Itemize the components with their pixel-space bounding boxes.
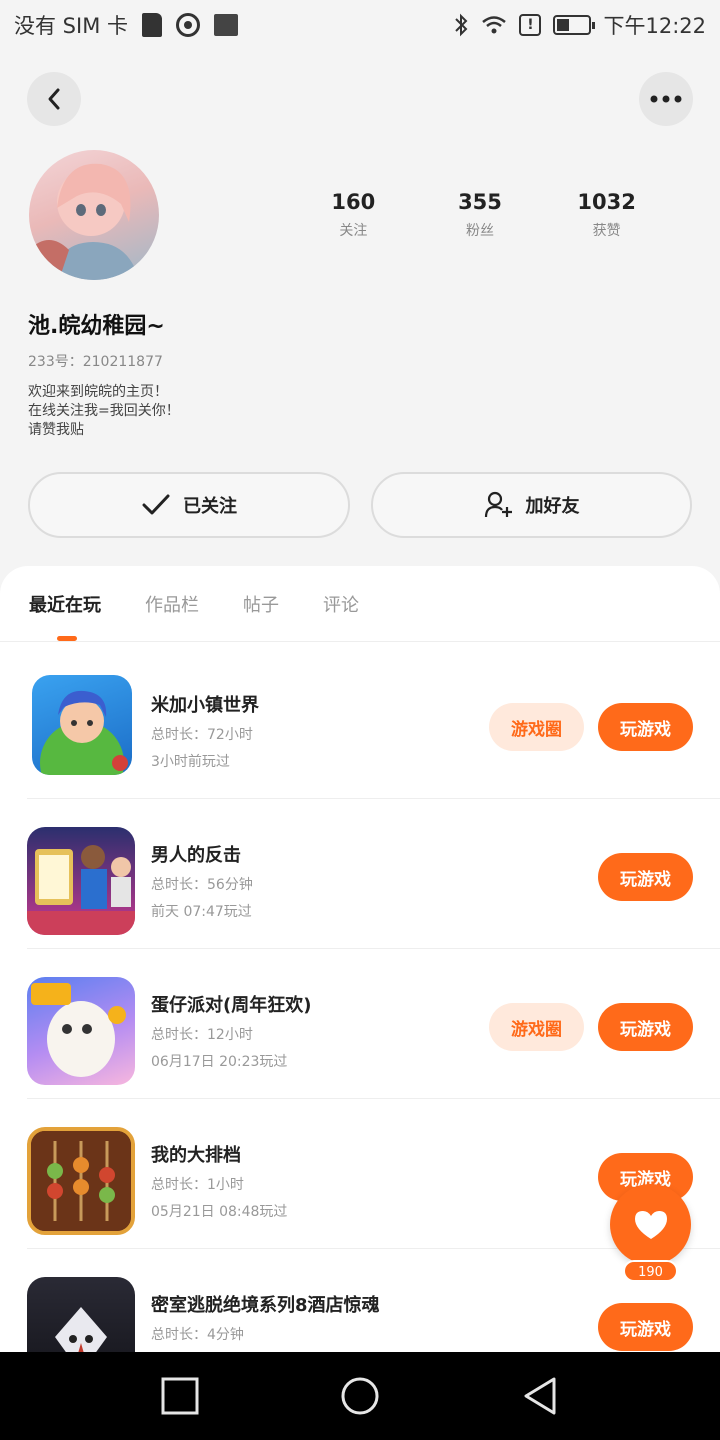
chevron-left-icon <box>48 88 60 110</box>
game-name: 我的大排档 <box>151 1145 241 1166</box>
game-duration: 总时长：1小时 <box>151 1177 244 1193</box>
tab-works[interactable]: 作品栏 <box>145 591 199 617</box>
game-duration: 总时长：72小时 <box>151 727 253 743</box>
back-nav-icon[interactable] <box>520 1376 560 1416</box>
play-game-button[interactable]: 玩游戏 <box>598 1303 693 1351</box>
game-name: 男人的反击 <box>151 845 241 866</box>
stat-fans-value: 355 <box>458 190 502 214</box>
game-icon[interactable] <box>27 1277 135 1352</box>
play-game-button[interactable]: 玩游戏 <box>598 1003 693 1051</box>
bio: 欢迎来到皖皖的主页！ 在线关注我=我回关你！ 请赞我贴 <box>28 383 180 440</box>
tab-posts[interactable]: 帖子 <box>243 591 279 617</box>
stat-fans-label: 粉丝 <box>465 223 494 239</box>
stat-following-label: 关注 <box>339 223 368 239</box>
battery-icon <box>553 15 596 35</box>
tab-indicator <box>57 636 77 641</box>
game-row[interactable]: 米加小镇世界 总时长：72小时 3小时前玩过 游戏圈 玩游戏 <box>27 649 720 799</box>
game-row[interactable]: 密室逃脱绝境系列8酒店惊魂 总时长：4分钟 玩游戏 <box>27 1249 720 1352</box>
game-name: 密室逃脱绝境系列8酒店惊魂 <box>151 1295 380 1316</box>
avatar[interactable] <box>29 150 159 280</box>
stat-likes-value: 1032 <box>577 190 636 214</box>
game-row[interactable]: 男人的反击 总时长：56分钟 前天 07:47玩过 玩游戏 <box>27 799 720 949</box>
add-friend-button-label: 加好友 <box>525 496 580 517</box>
game-last-played: 前天 07:47玩过 <box>151 904 252 920</box>
bio-line: 在线关注我=我回关你！ <box>28 403 180 419</box>
followed-button-label: 已关注 <box>183 496 237 517</box>
game-circle-button[interactable]: 游戏圈 <box>489 1003 584 1051</box>
like-count-badge: 190 <box>623 1260 678 1282</box>
recent-apps-icon[interactable] <box>160 1376 200 1416</box>
game-info: 密室逃脱绝境系列8酒店惊魂 总时长：4分钟 <box>151 1291 380 1351</box>
bio-line: 欢迎来到皖皖的主页！ <box>28 384 168 400</box>
game-duration: 总时长：12小时 <box>151 1027 253 1043</box>
stat-following-value: 160 <box>331 190 376 214</box>
game-duration: 总时长：4分钟 <box>151 1327 244 1343</box>
game-last-played: 06月17日 20:23玩过 <box>151 1054 288 1070</box>
stat-following[interactable]: 160 关注 <box>298 190 408 240</box>
sim-card-icon <box>142 13 162 37</box>
game-info: 米加小镇世界 总时长：72小时 3小时前玩过 <box>151 691 259 771</box>
status-time: 下午12:22 <box>603 14 706 38</box>
play-game-button[interactable]: 玩游戏 <box>598 853 693 901</box>
game-info: 蛋仔派对(周年狂欢) 总时长：12小时 06月17日 20:23玩过 <box>151 991 311 1071</box>
back-button[interactable] <box>27 72 81 126</box>
game-icon[interactable] <box>27 977 135 1085</box>
username: 池.皖幼稚园~ <box>28 314 165 339</box>
more-button[interactable] <box>639 72 693 126</box>
bluetooth-icon <box>455 13 468 37</box>
add-user-icon <box>484 491 512 518</box>
game-row[interactable]: 蛋仔派对(周年狂欢) 总时长：12小时 06月17日 20:23玩过 游戏圈 玩… <box>27 949 720 1099</box>
game-info: 男人的反击 总时长：56分钟 前天 07:47玩过 <box>151 841 253 921</box>
tab-bar: 最近在玩 作品栏 帖子 评论 <box>0 566 720 642</box>
wifi-icon <box>482 16 507 34</box>
add-friend-button[interactable]: 加好友 <box>371 472 692 538</box>
carrier-text: 没有 SIM 卡 <box>14 14 128 38</box>
home-icon[interactable] <box>340 1376 380 1416</box>
followed-button[interactable]: 已关注 <box>28 472 350 538</box>
game-icon[interactable] <box>27 1127 135 1235</box>
play-game-button[interactable]: 玩游戏 <box>598 703 693 751</box>
status-bar: 没有 SIM 卡 ! 下午12:22 <box>0 0 720 50</box>
profile-stats: 160 关注 355 粉丝 1032 获赞 <box>290 190 670 240</box>
game-name: 米加小镇世界 <box>151 695 259 716</box>
tab-recently-playing[interactable]: 最近在玩 <box>29 591 101 617</box>
game-icon[interactable] <box>27 827 135 935</box>
camera-icon <box>176 13 200 37</box>
user-id: 233号：210211877 <box>28 354 163 370</box>
heart-icon <box>634 1210 667 1239</box>
tab-comments[interactable]: 评论 <box>323 591 359 617</box>
game-icon[interactable] <box>32 675 132 775</box>
game-circle-button[interactable]: 游戏圈 <box>489 703 584 751</box>
game-last-played: 05月21日 08:48玩过 <box>151 1204 288 1220</box>
bio-line: 请赞我贴 <box>28 422 84 438</box>
floating-like-button[interactable] <box>610 1184 691 1265</box>
game-info: 我的大排档 总时长：1小时 05月21日 08:48玩过 <box>151 1141 287 1221</box>
alert-icon: ! <box>519 14 542 36</box>
game-name: 蛋仔派对(周年狂欢) <box>151 995 312 1016</box>
stat-fans[interactable]: 355 粉丝 <box>425 190 535 240</box>
more-dots-icon <box>650 95 682 103</box>
stat-likes[interactable]: 1032 获赞 <box>552 190 662 240</box>
system-nav-bar <box>0 1352 720 1440</box>
image-icon <box>214 14 238 36</box>
game-duration: 总时长：56分钟 <box>151 877 253 893</box>
checkmark-icon <box>142 494 170 515</box>
game-last-played: 3小时前玩过 <box>151 754 230 770</box>
stat-likes-label: 获赞 <box>592 223 621 239</box>
